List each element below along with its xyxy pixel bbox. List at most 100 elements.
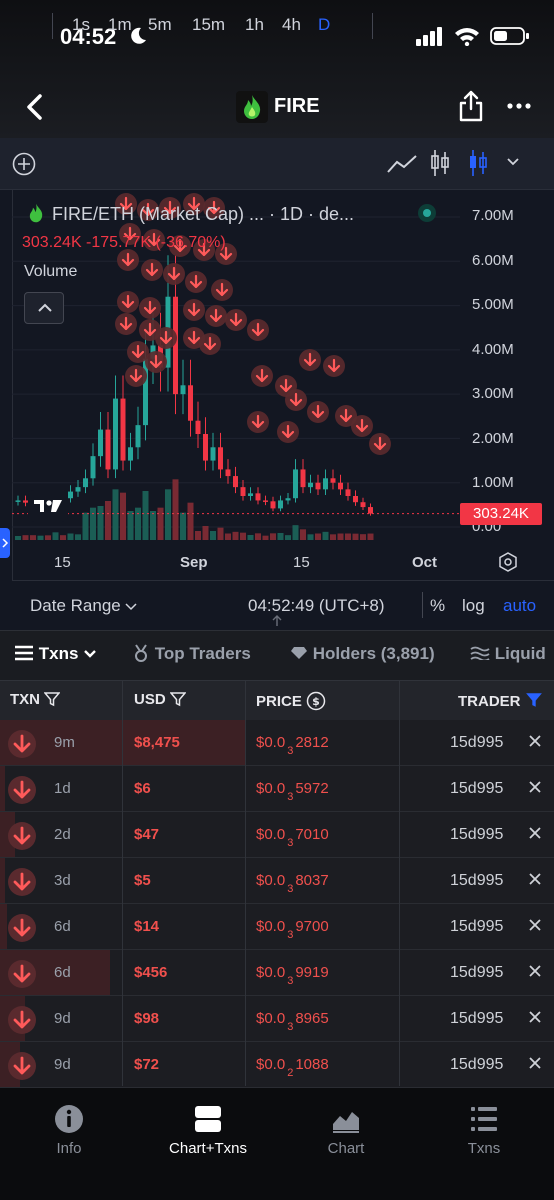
volume-bar (22, 535, 29, 540)
tab-liquidity[interactable]: Liquid (470, 644, 546, 664)
chevron-down-icon[interactable] (506, 157, 520, 167)
interval-1s[interactable]: 1s (72, 15, 90, 35)
range-divider (422, 592, 423, 618)
nav-chart-txns[interactable]: Chart+Txns (153, 1104, 263, 1157)
sell-badge (8, 1052, 36, 1080)
nav-txns[interactable]: Txns (429, 1104, 539, 1157)
table-row[interactable]: 2d $47 $0.0 3 7010 15d995 (0, 812, 554, 858)
flame-icon (244, 95, 261, 119)
tab-holders[interactable]: Holders (3,891) (290, 644, 435, 664)
trader-address[interactable]: 15d995 (450, 780, 503, 798)
txn-header-label: TXN (10, 691, 40, 708)
signal-icon (416, 27, 442, 46)
volume-bar (217, 527, 224, 540)
row-size-bar (0, 904, 7, 949)
close-icon[interactable] (528, 780, 542, 794)
txn-age: 9d (54, 1010, 71, 1027)
x-axis-label: 15 (54, 554, 71, 571)
chart-settings-icon[interactable] (498, 552, 518, 572)
trader-address[interactable]: 15d995 (450, 918, 503, 936)
volume-bar (247, 535, 254, 540)
trader-address[interactable]: 15d995 (450, 734, 503, 752)
chevron-down-icon (84, 650, 97, 658)
close-icon[interactable] (528, 918, 542, 932)
date-range-button[interactable]: Date Range (30, 596, 137, 616)
trader-address[interactable]: 15d995 (450, 1056, 503, 1074)
collapse-legend-button[interactable] (24, 292, 64, 324)
table-row[interactable]: 6d $456 $0.0 3 9919 15d995 (0, 950, 554, 996)
candle-body (248, 493, 253, 496)
tab-top-traders[interactable]: Top Traders (132, 644, 251, 664)
interval-1m[interactable]: 1m (108, 15, 132, 35)
log-toggle[interactable]: log (462, 596, 485, 616)
line-chart-icon[interactable] (386, 152, 418, 176)
interval-4h[interactable]: 4h (282, 15, 301, 35)
trader-address[interactable]: 15d995 (450, 964, 503, 982)
trader-address[interactable]: 15d995 (450, 826, 503, 844)
back-button[interactable] (22, 92, 50, 122)
tab-txns-label: Txns (38, 644, 79, 663)
usd-header[interactable]: USD (134, 691, 187, 708)
volume-bar (82, 512, 89, 540)
interval-15m[interactable]: 15m (192, 15, 225, 35)
table-row[interactable]: 9d $72 $0.0 2 1088 15d995 (0, 1042, 554, 1088)
dollar-circle-icon[interactable]: $ (306, 691, 326, 711)
y-axis-label: 5.00M (472, 296, 514, 313)
more-icon[interactable] (506, 96, 532, 116)
info-icon (55, 1105, 83, 1133)
filter-icon[interactable] (43, 691, 61, 707)
sell-badge (8, 776, 36, 804)
volume-bar (67, 533, 74, 540)
close-icon[interactable] (528, 1010, 542, 1024)
filter-active-icon[interactable] (525, 691, 543, 709)
price-header-label: PRICE (256, 693, 302, 710)
hollow-candles-icon[interactable] (468, 148, 488, 178)
add-indicator-icon[interactable] (12, 152, 36, 176)
auto-toggle[interactable]: auto (503, 596, 536, 616)
interval-5m[interactable]: 5m (148, 15, 172, 35)
row-size-bar (0, 858, 5, 903)
table-row[interactable]: 6d $14 $0.0 3 9700 15d995 (0, 904, 554, 950)
nav-info[interactable]: Info (14, 1104, 124, 1157)
tradingview-icon (34, 500, 62, 512)
close-icon[interactable] (528, 734, 542, 748)
price-digits: 9700 (295, 918, 329, 935)
table-row[interactable]: 9d $98 $0.0 3 8965 15d995 (0, 996, 554, 1042)
candle-body (90, 456, 96, 479)
filter-icon[interactable] (169, 691, 187, 707)
share-icon[interactable] (458, 90, 484, 122)
candle-body (128, 447, 133, 461)
close-icon[interactable] (528, 1056, 542, 1070)
chevron-right-icon (2, 538, 9, 548)
percent-toggle[interactable]: % (430, 596, 445, 616)
arrow-down-icon (13, 1010, 31, 1029)
volume-bar (322, 531, 329, 540)
trader-address[interactable]: 15d995 (450, 1010, 503, 1028)
volume-bar (352, 533, 359, 540)
tab-txns[interactable]: Txns (14, 644, 97, 664)
trader-header[interactable]: TRADER (458, 691, 543, 710)
table-row[interactable]: 3d $5 $0.0 3 8037 15d995 (0, 858, 554, 904)
volume-bar (300, 529, 306, 540)
txn-usd: $14 (134, 918, 160, 935)
price-prefix: $0.0 (256, 872, 286, 889)
interval-d[interactable]: D (318, 15, 330, 35)
table-row[interactable]: 9m $8,475 $0.0 3 2812 15d995 (0, 720, 554, 766)
interval-1h[interactable]: 1h (245, 15, 264, 35)
x-axis-label: Oct (412, 554, 438, 571)
txn-header[interactable]: TXN (10, 691, 61, 708)
table-row[interactable]: 1d $6 $0.0 3 5972 15d995 (0, 766, 554, 812)
close-icon[interactable] (528, 826, 542, 840)
arrow-down-icon (13, 872, 31, 891)
close-icon[interactable] (528, 964, 542, 978)
candles-icon[interactable] (430, 148, 450, 178)
price-prefix: $0.0 (256, 918, 286, 935)
volume-bar (367, 533, 374, 540)
price-header[interactable]: PRICE $ (256, 691, 326, 711)
close-icon[interactable] (528, 872, 542, 886)
trader-address[interactable]: 15d995 (450, 872, 503, 890)
nav-chart[interactable]: Chart (291, 1104, 401, 1157)
candle-body (278, 500, 283, 509)
left-panel-handle[interactable] (0, 528, 10, 558)
volume-bar (225, 533, 231, 540)
